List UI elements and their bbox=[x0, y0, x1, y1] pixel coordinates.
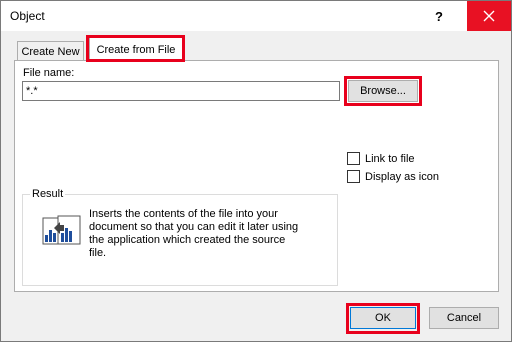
result-line: document so that you can edit it later u… bbox=[89, 221, 299, 233]
result-label: Result bbox=[30, 188, 66, 200]
close-button[interactable] bbox=[467, 1, 511, 31]
result-line: file. bbox=[89, 247, 107, 259]
result-line: the application which created the source bbox=[89, 234, 286, 246]
ok-button[interactable]: OK bbox=[350, 307, 416, 329]
tab-create-new-label: Create New bbox=[21, 45, 80, 58]
result-line: Inserts the contents of the file into yo… bbox=[89, 208, 278, 220]
result-group: Result Inserts the contents of the file … bbox=[22, 188, 338, 286]
title-bar[interactable]: Object ? bbox=[1, 1, 511, 31]
link-to-file-option[interactable]: Link to file bbox=[347, 152, 415, 165]
file-name-label: File name: bbox=[23, 67, 75, 79]
tab-create-from-file[interactable]: Create from File bbox=[89, 37, 183, 62]
help-icon: ? bbox=[435, 8, 443, 24]
cancel-button[interactable]: Cancel bbox=[429, 307, 499, 329]
object-dialog: Object ? Create New Create from File Fil… bbox=[0, 0, 512, 342]
display-as-icon-checkbox[interactable] bbox=[347, 170, 360, 183]
insert-file-icon bbox=[42, 215, 81, 245]
close-icon bbox=[483, 10, 495, 22]
file-name-input[interactable] bbox=[22, 81, 340, 101]
link-to-file-checkbox[interactable] bbox=[347, 152, 360, 165]
link-to-file-label: Link to file bbox=[365, 152, 415, 165]
tab-create-from-file-label: Create from File bbox=[96, 44, 176, 56]
help-button[interactable]: ? bbox=[419, 1, 459, 31]
display-as-icon-option[interactable]: Display as icon bbox=[347, 170, 439, 183]
cancel-button-label: Cancel bbox=[446, 312, 482, 324]
browse-button-label: Browse... bbox=[360, 85, 406, 97]
tab-create-new[interactable]: Create New bbox=[17, 41, 84, 61]
display-as-icon-label: Display as icon bbox=[365, 170, 439, 183]
dialog-title: Object bbox=[10, 9, 45, 23]
result-description: Inserts the contents of the file into yo… bbox=[89, 208, 329, 260]
ok-button-label: OK bbox=[375, 312, 391, 324]
browse-button[interactable]: Browse... bbox=[348, 80, 418, 102]
